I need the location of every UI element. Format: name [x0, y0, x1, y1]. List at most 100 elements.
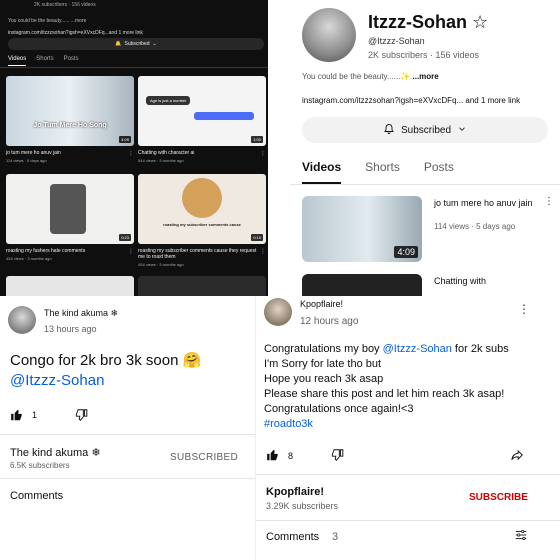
avatar[interactable] — [8, 306, 36, 334]
video-duration: 4:09 — [394, 246, 418, 258]
dislike-icon[interactable] — [330, 448, 344, 465]
more-icon[interactable]: ⋮ — [128, 248, 134, 255]
dark-tab-shorts[interactable]: Shorts — [36, 56, 53, 66]
commenter-channel-name[interactable]: Kpopflaire! — [266, 486, 324, 498]
video-thumbnail[interactable]: roasting my subscriber comments cause 0:… — [138, 174, 266, 244]
comment-line-3: Hope you reach 3k asap — [264, 373, 384, 385]
video-title[interactable]: Chatting with — [434, 276, 486, 286]
tab-posts[interactable]: Posts — [424, 160, 454, 184]
more-icon[interactable]: ⋮ — [544, 196, 554, 207]
avatar[interactable] — [264, 298, 292, 326]
channel-avatar[interactable] — [302, 8, 356, 62]
subscribed-button[interactable]: Subscribed — [302, 117, 548, 143]
dark-video-card[interactable]: Jo Tum Mere Ho Song 4:09 jo tum mere ho … — [6, 76, 134, 163]
like-count: 8 — [288, 451, 294, 461]
dark-description[interactable]: You could be the beauty...... ...more — [8, 18, 86, 24]
video-meta: 114 views · 5 days ago — [434, 222, 516, 231]
video-meta: 114 views · 5 days ago — [6, 158, 47, 163]
more-icon[interactable]: ⋮ — [260, 150, 266, 157]
like-icon[interactable] — [10, 408, 24, 425]
commenter-subscribers: 6.5K subscribers — [10, 461, 70, 470]
video-meta: 454 views · 3 months ago — [6, 256, 52, 261]
comment-line-2: I'm Sorry for late tho but — [264, 358, 382, 370]
filter-icon[interactable] — [514, 528, 528, 545]
comment-author[interactable]: The kind akuma ❄ — [44, 308, 118, 319]
video-title[interactable]: roasting my fushers hate comments — [6, 248, 126, 254]
channel-description-text: You could be the beauty......✨ — [302, 72, 411, 81]
subscribe-button[interactable]: SUBSCRIBE — [469, 492, 528, 503]
video-title[interactable]: jo tum mere ho anuv jain — [6, 150, 126, 156]
share-icon[interactable] — [510, 448, 524, 465]
comments-label[interactable]: Comments — [10, 490, 63, 502]
bell-icon — [383, 123, 395, 138]
mention-link[interactable]: @Itzzz-Sohan — [383, 343, 452, 355]
video-thumbnail[interactable]: Age is just a number 1:00 — [138, 76, 266, 146]
dark-tab-posts[interactable]: Posts — [64, 56, 79, 66]
dark-video-card[interactable]: 0:23 roasting my fushers hate comments 4… — [6, 174, 134, 261]
thumbnail-caption: Jo Tum Mere Ho Song — [33, 122, 107, 129]
dark-subscribers-line: 2K subscribers · 156 videos — [34, 2, 96, 8]
subscribed-button[interactable]: SUBSCRIBED — [170, 452, 238, 463]
dark-tabs: Videos Shorts Posts — [8, 56, 79, 66]
video-thumbnail[interactable]: 4:09 — [302, 196, 422, 262]
bell-icon: 🔔 — [115, 41, 122, 47]
comments-label[interactable]: Comments — [266, 531, 319, 543]
video-title[interactable]: roasting my subscriber comments cause th… — [138, 248, 258, 260]
chevron-down-icon — [457, 124, 467, 137]
channel-stats: 2K subscribers · 156 videos — [368, 50, 480, 60]
comment-line-4: Please share this post and let him reach… — [264, 388, 505, 400]
dark-tab-divider — [0, 67, 268, 68]
comment-author[interactable]: Kpopflaire! — [300, 299, 343, 309]
video-title[interactable]: jo tum mere ho anuv jain — [434, 198, 544, 209]
dark-video-card[interactable] — [6, 276, 134, 296]
dark-tab-videos[interactable]: Videos — [8, 56, 27, 66]
channel-description[interactable]: You could be the beauty......✨ ...more — [302, 72, 439, 81]
comments-count: 3 — [332, 531, 339, 543]
comment-time: 13 hours ago — [44, 324, 97, 334]
commenter-channel-name[interactable]: The kind akuma ❄ — [10, 446, 101, 459]
dark-subscribe-button[interactable]: 🔔 Subscribed ⌄ — [8, 38, 264, 50]
thumbnail-caption: Age is just a number — [146, 96, 191, 105]
more-icon[interactable]: ⋮ — [518, 302, 530, 316]
channel-link[interactable]: instagram.com/itzzzsohan?igsh=eXVxcDFq..… — [302, 96, 520, 105]
tab-videos[interactable]: Videos — [302, 160, 342, 184]
dark-video-card[interactable] — [138, 276, 266, 296]
divider — [0, 478, 255, 479]
more-link[interactable]: ...more — [413, 72, 439, 81]
video-thumbnail[interactable] — [302, 274, 422, 296]
divider — [256, 520, 560, 521]
dark-link[interactable]: instagram.com/itzzzsohan?igsh=eXVxcDFq..… — [8, 30, 143, 36]
tab-shorts[interactable]: Shorts — [365, 160, 400, 184]
comment-card-right: Kpopflaire! 12 hours ago ⋮ Congratulatio… — [255, 296, 560, 560]
comment-line-1-pre: Congratulations my boy — [264, 343, 383, 355]
chevron-down-icon: ⌄ — [152, 41, 157, 47]
hashtag-link[interactable]: #roadto3k — [264, 417, 554, 432]
dark-video-card[interactable]: Age is just a number 1:00 Chatting with … — [138, 76, 266, 163]
video-thumbnail[interactable]: 0:23 — [6, 174, 134, 244]
more-icon[interactable]: ⋮ — [128, 150, 134, 157]
dislike-icon[interactable] — [74, 408, 88, 425]
mention-link[interactable]: @Itzzz-Sohan — [10, 371, 250, 391]
comment-text: Congratulations my boy @Itzzz-Sohan for … — [264, 342, 554, 432]
commenter-subscribers: 3.29K subscribers — [266, 501, 339, 511]
video-thumbnail[interactable] — [6, 276, 134, 296]
channel-name: Itzzz-Sohan ☆ — [368, 12, 489, 32]
video-title[interactable]: Chatting with character ai — [138, 150, 258, 156]
comment-time: 12 hours ago — [300, 316, 359, 327]
comment-line-5: Congratulations once again!<3 — [264, 403, 414, 415]
thumbnail-figure — [50, 184, 86, 234]
video-thumbnail[interactable] — [138, 276, 266, 296]
divider — [256, 474, 560, 475]
more-icon[interactable]: ⋮ — [260, 248, 266, 255]
chat-bubble — [194, 112, 254, 120]
video-duration: 0:23 — [119, 234, 131, 241]
comment-text: Congo for 2k bro 3k soon 🤗 @Itzzz-Sohan — [10, 351, 250, 391]
like-icon[interactable] — [266, 448, 280, 465]
dark-channel-panel: 2K subscribers · 156 videos You could be… — [0, 0, 268, 296]
dark-video-card[interactable]: roasting my subscriber comments cause 0:… — [138, 174, 266, 267]
video-meta: 544 views · 3 months ago — [138, 158, 184, 163]
divider — [0, 434, 255, 435]
comment-line-1: Congratulations my boy @Itzzz-Sohan for … — [264, 342, 554, 357]
thumbnail-caption: roasting my subscriber comments cause — [163, 222, 241, 227]
video-thumbnail[interactable]: Jo Tum Mere Ho Song 4:09 — [6, 76, 134, 146]
